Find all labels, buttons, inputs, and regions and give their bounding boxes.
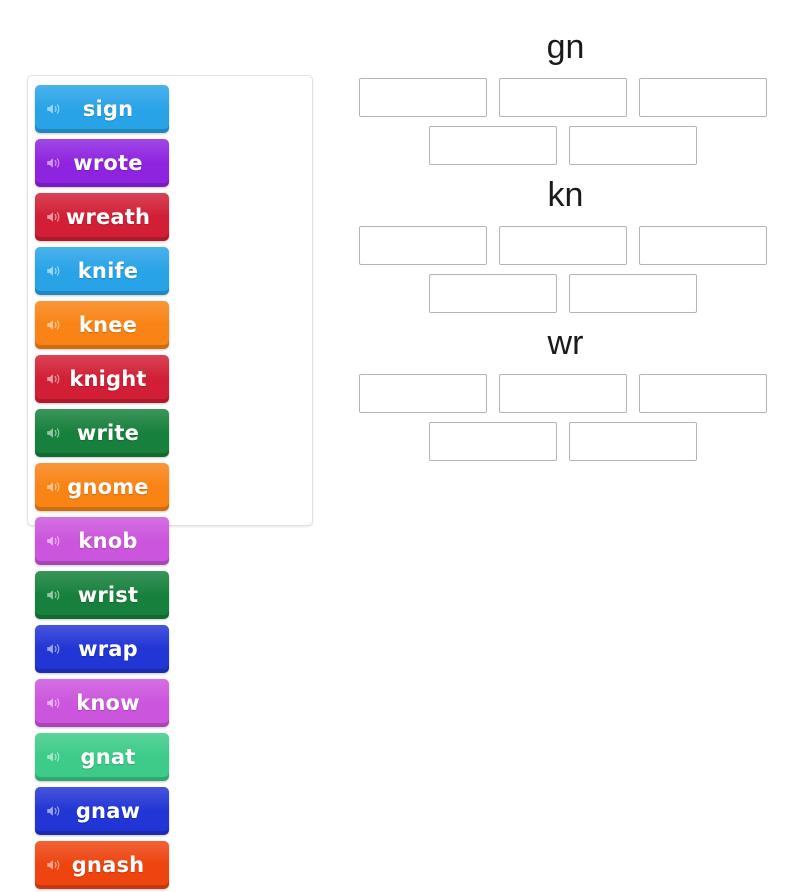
speaker-icon[interactable] (46, 641, 62, 657)
category-title: gn (546, 28, 585, 66)
speaker-icon[interactable] (46, 695, 62, 711)
drop-slot-row (340, 126, 785, 166)
word-bank-panel: sign wrote wreath knife knee knight write gnome… (27, 75, 313, 889)
speaker-icon[interactable] (46, 425, 62, 441)
word-tile[interactable]: knife (35, 247, 169, 295)
word-tile[interactable]: wrap (35, 625, 169, 673)
drop-slot-row (340, 78, 785, 118)
speaker-icon[interactable] (46, 155, 62, 171)
word-tile[interactable]: knee (35, 301, 169, 349)
speaker-icon[interactable] (46, 101, 62, 117)
drop-slot[interactable] (358, 374, 487, 414)
category-group: wr (340, 324, 785, 462)
drop-slot[interactable] (428, 274, 557, 314)
drop-slot[interactable] (568, 126, 697, 166)
drop-slot[interactable] (428, 126, 557, 166)
drop-slot-row (340, 274, 785, 314)
drop-slot[interactable] (358, 78, 487, 118)
word-tile[interactable]: know (35, 679, 169, 727)
category-group: gn (340, 28, 785, 166)
word-tile[interactable]: gnome (35, 463, 169, 511)
speaker-icon[interactable] (46, 263, 62, 279)
speaker-icon[interactable] (46, 587, 62, 603)
drop-slot-row (340, 226, 785, 266)
word-tile[interactable]: wrote (35, 139, 169, 187)
word-tile[interactable]: gnaw (35, 787, 169, 835)
word-tile[interactable]: gnat (35, 733, 169, 781)
drop-slot[interactable] (568, 274, 697, 314)
word-tile[interactable]: wreath (35, 193, 169, 241)
drop-slot[interactable] (358, 226, 487, 266)
speaker-icon[interactable] (46, 479, 62, 495)
word-tile[interactable]: write (35, 409, 169, 457)
drop-slot[interactable] (498, 78, 627, 118)
word-tile[interactable]: wrist (35, 571, 169, 619)
word-tile[interactable]: knight (35, 355, 169, 403)
speaker-icon[interactable] (46, 857, 62, 873)
speaker-icon[interactable] (46, 803, 62, 819)
drop-slot-row (340, 374, 785, 414)
speaker-icon[interactable] (46, 749, 62, 765)
drop-slot[interactable] (638, 374, 767, 414)
word-tile[interactable]: sign (35, 85, 169, 133)
category-group: kn (340, 176, 785, 314)
speaker-icon[interactable] (46, 533, 62, 549)
drop-slot[interactable] (568, 422, 697, 462)
category-columns: gn kn wr (340, 28, 785, 472)
category-title: wr (547, 324, 584, 363)
speaker-icon[interactable] (46, 371, 62, 387)
speaker-icon[interactable] (46, 209, 62, 225)
drop-slot[interactable] (428, 422, 557, 462)
drop-slot[interactable] (638, 226, 767, 266)
drop-slot[interactable] (498, 226, 627, 266)
drop-slot[interactable] (638, 78, 767, 118)
speaker-icon[interactable] (46, 317, 62, 333)
drop-slot[interactable] (498, 374, 627, 414)
word-tile[interactable]: knob (35, 517, 169, 565)
word-tile-grid: sign wrote wreath knife knee knight write gnome… (33, 82, 307, 892)
word-tile[interactable]: gnash (35, 841, 169, 889)
drop-slot-row (340, 422, 785, 462)
category-title: kn (547, 176, 584, 215)
